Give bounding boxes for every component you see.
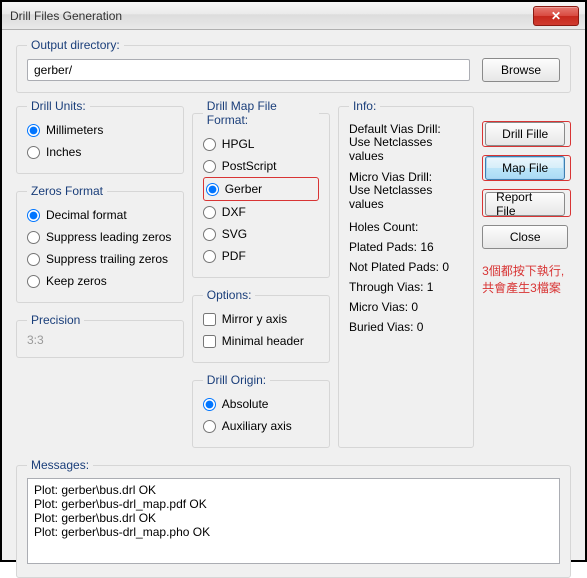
titlebar: Drill Files Generation ✕ bbox=[2, 2, 585, 30]
report-file-button[interactable]: Report File bbox=[485, 192, 565, 216]
close-button[interactable]: Close bbox=[482, 225, 568, 249]
map-file-highlight: Map File bbox=[482, 155, 571, 181]
zeros-decimal[interactable]: Decimal format bbox=[27, 204, 173, 226]
map-postscript[interactable]: PostScript bbox=[203, 155, 319, 177]
messages-legend: Messages: bbox=[27, 458, 93, 472]
holes-micro: Micro Vias: 0 bbox=[349, 297, 463, 317]
map-legend: Drill Map File Format: bbox=[203, 99, 319, 127]
zeros-supp-trailing[interactable]: Suppress trailing zeros bbox=[27, 248, 173, 270]
zeros-legend: Zeros Format bbox=[27, 184, 107, 198]
micro-vias-value: Use Netclasses values bbox=[349, 187, 463, 207]
origin-aux[interactable]: Auxiliary axis bbox=[203, 415, 319, 437]
messages-group: Messages: bbox=[16, 458, 571, 578]
close-icon: ✕ bbox=[551, 9, 561, 23]
map-gerber[interactable]: Gerber bbox=[206, 178, 316, 200]
drill-file-highlight: Drill Fille bbox=[482, 121, 571, 147]
holes-plated: Plated Pads: 16 bbox=[349, 237, 463, 257]
annotation-text: 3個都按下執行, 共會產生3檔案 bbox=[482, 263, 571, 297]
window-title: Drill Files Generation bbox=[10, 9, 122, 23]
drill-units-legend: Drill Units: bbox=[27, 99, 90, 113]
drill-units-group: Drill Units: Millimeters Inches bbox=[16, 99, 184, 174]
precision-group: Precision 3:3 bbox=[16, 313, 184, 358]
origin-legend: Drill Origin: bbox=[203, 373, 270, 387]
map-gerber-highlight: Gerber bbox=[203, 177, 319, 201]
origin-absolute[interactable]: Absolute bbox=[203, 393, 319, 415]
report-file-highlight: Report File bbox=[482, 189, 571, 217]
options-group: Options: Mirror y axis Minimal header bbox=[192, 288, 330, 363]
output-directory-label: Output directory: bbox=[27, 38, 124, 52]
map-pdf[interactable]: PDF bbox=[203, 245, 319, 267]
holes-buried: Buried Vias: 0 bbox=[349, 317, 463, 337]
window-close-button[interactable]: ✕ bbox=[533, 6, 579, 26]
holes-through: Through Vias: 1 bbox=[349, 277, 463, 297]
precision-legend: Precision bbox=[27, 313, 84, 327]
map-dxf[interactable]: DXF bbox=[203, 201, 319, 223]
zeros-supp-leading[interactable]: Suppress leading zeros bbox=[27, 226, 173, 248]
drill-map-format-group: Drill Map File Format: HPGL PostScript G… bbox=[192, 99, 330, 278]
info-legend: Info: bbox=[349, 99, 380, 113]
map-hpgl[interactable]: HPGL bbox=[203, 133, 319, 155]
browse-button[interactable]: Browse bbox=[482, 58, 560, 82]
output-directory-group: Output directory: Browse bbox=[16, 38, 571, 93]
options-legend: Options: bbox=[203, 288, 256, 302]
zeros-keep[interactable]: Keep zeros bbox=[27, 270, 173, 292]
zeros-format-group: Zeros Format Decimal format Suppress lea… bbox=[16, 184, 184, 303]
drill-file-button[interactable]: Drill Fille bbox=[485, 122, 565, 146]
units-millimeters[interactable]: Millimeters bbox=[27, 119, 173, 141]
output-directory-input[interactable] bbox=[27, 59, 470, 81]
dialog-content: Output directory: Browse Drill Units: Mi… bbox=[2, 30, 585, 560]
messages-textarea[interactable] bbox=[27, 478, 560, 564]
holes-notplated: Not Plated Pads: 0 bbox=[349, 257, 463, 277]
default-vias-value: Use Netclasses values bbox=[349, 139, 463, 159]
map-file-button[interactable]: Map File bbox=[485, 156, 565, 180]
precision-value: 3:3 bbox=[27, 333, 173, 347]
drill-origin-group: Drill Origin: Absolute Auxiliary axis bbox=[192, 373, 330, 448]
holes-count-label: Holes Count: bbox=[349, 217, 463, 237]
opt-mirror-y[interactable]: Mirror y axis bbox=[203, 308, 319, 330]
opt-minimal-header[interactable]: Minimal header bbox=[203, 330, 319, 352]
map-svg[interactable]: SVG bbox=[203, 223, 319, 245]
info-group: Info: Default Vias Drill: Use Netclasses… bbox=[338, 99, 474, 448]
units-inches[interactable]: Inches bbox=[27, 141, 173, 163]
